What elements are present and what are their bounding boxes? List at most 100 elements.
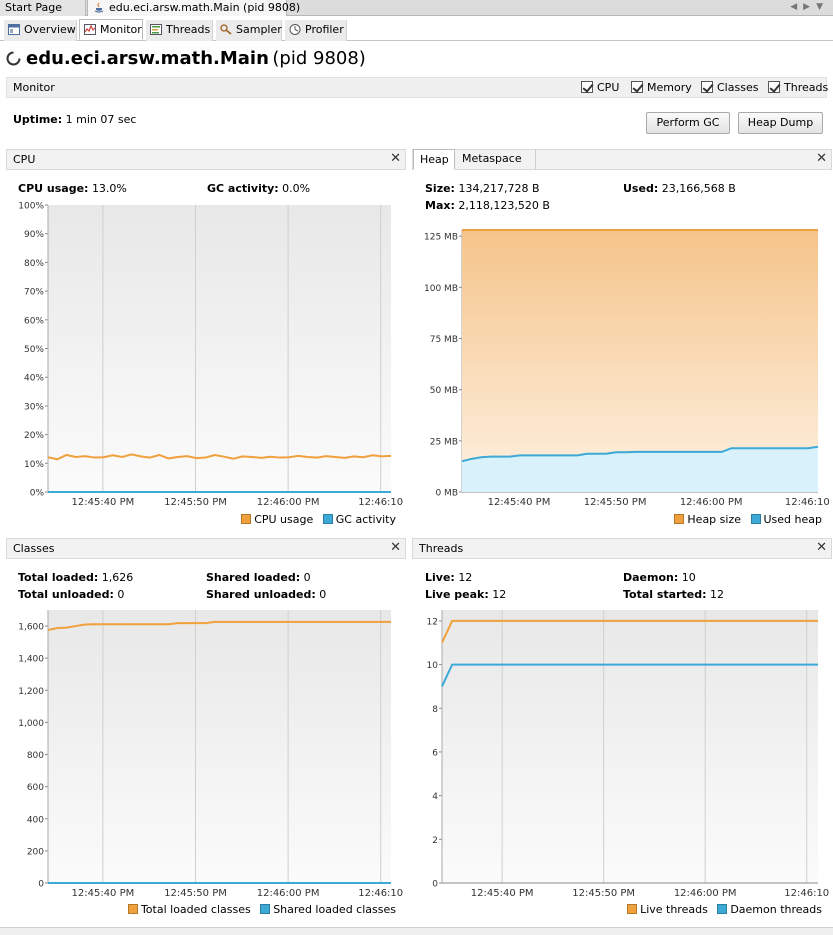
- tab-heap[interactable]: Heap: [413, 149, 455, 170]
- y-tick-label: 4: [432, 792, 438, 802]
- panel-header: Classes ✕: [6, 538, 406, 559]
- x-tick-label: 12:46:10: [784, 888, 829, 899]
- gc-activity-stat: GC activity: 0.0%: [207, 182, 310, 195]
- tab-monitor[interactable]: Monitor: [79, 19, 143, 40]
- loading-spinner-icon: [6, 51, 21, 66]
- stat-value: 10: [681, 571, 696, 584]
- cpu-panel: CPU ✕ CPU usage: 13.0% GC activity: 0.0%…: [6, 149, 406, 529]
- close-icon[interactable]: ✕: [816, 540, 827, 555]
- plot-area: [442, 610, 818, 883]
- uptime: Uptime: 1 min 07 sec: [13, 113, 136, 126]
- tab-overview[interactable]: Overview: [4, 20, 77, 41]
- classes-panel: Classes ✕ Total loaded: 1,626 Shared loa…: [6, 538, 406, 922]
- threads-chart: 12:45:40 PM 12:45:50 PM 12:46:00 PM 12:46:1…: [427, 610, 829, 899]
- legend-label: Live threads: [640, 903, 708, 916]
- stat-label: Used:: [623, 182, 659, 195]
- y-tick-label: 80%: [24, 259, 44, 269]
- legend-swatch: [750, 514, 761, 524]
- stat-value: 0.0%: [282, 182, 311, 195]
- plot-area: [48, 205, 391, 492]
- x-tick-label: 12:45:50 PM: [164, 888, 227, 899]
- panel-title: Threads: [419, 542, 464, 555]
- y-tick-label: 400: [27, 815, 44, 825]
- x-tick-label: 12:45:40 PM: [72, 888, 135, 899]
- checkbox-check-icon: [631, 81, 643, 93]
- stat-label: Shared loaded:: [206, 571, 301, 584]
- stat-value: 134,217,728 B: [458, 182, 540, 195]
- checkbox-label: CPU: [597, 81, 620, 94]
- memory-checkbox[interactable]: Memory: [631, 80, 692, 96]
- tab-label: Sampler: [236, 23, 282, 36]
- legend-label: GC activity: [335, 513, 396, 526]
- y-tick-label: 600: [27, 783, 44, 793]
- doc-tab-start-page[interactable]: Start Page: [0, 0, 86, 16]
- y-tick-label: 10: [427, 661, 439, 671]
- heap-chart: 12:45:40 PM 12:45:50 PM 12:46:00 PM 12:46:1…: [424, 229, 830, 508]
- close-icon[interactable]: ✕: [390, 540, 401, 555]
- x-tick-label: 12:45:40 PM: [488, 497, 551, 508]
- legend-label: Used heap: [763, 513, 823, 526]
- threads-icon: [150, 24, 162, 35]
- doc-tab-application[interactable]: edu.eci.arsw.math.Main (pid 9808): [87, 0, 300, 16]
- monitor-label: Monitor: [13, 81, 55, 94]
- close-icon[interactable]: ✕: [390, 151, 401, 166]
- stat-label: Live:: [425, 571, 455, 584]
- x-tick-label: 12:45:50 PM: [164, 497, 227, 508]
- y-tick-label: 0: [432, 880, 438, 890]
- chart-legend: Live threads Daemon threads: [621, 903, 822, 916]
- panel-header: Heap Metaspace ✕: [412, 149, 832, 170]
- y-tick-label: 1,600: [18, 623, 44, 633]
- tab-label: Threads: [166, 23, 211, 36]
- legend-swatch: [627, 904, 638, 914]
- checkbox-label: Memory: [647, 81, 692, 94]
- tab-profiler[interactable]: Profiler: [285, 20, 347, 41]
- y-tick-label: 12: [427, 617, 438, 627]
- stat-label: Daemon:: [623, 571, 679, 584]
- tab-threads[interactable]: Threads: [146, 20, 213, 41]
- memory-panel: Heap Metaspace ✕ Size: 134,217,728 B Use…: [412, 149, 832, 529]
- heap-dump-button[interactable]: Heap Dump: [738, 112, 823, 134]
- cpu-usage-stat: CPU usage: 13.0%: [18, 182, 127, 195]
- monitor-icon: [84, 24, 96, 35]
- tab-label: Overview: [24, 23, 76, 36]
- chart-legend: Heap size Used heap: [668, 513, 822, 526]
- legend-label: Heap size: [687, 513, 741, 526]
- stat-value: 0: [303, 571, 311, 584]
- y-tick-label: 0: [38, 880, 44, 890]
- y-tick-label: 50 MB: [430, 386, 458, 396]
- checkbox-label: Threads: [784, 81, 829, 94]
- stat-value: 1,626: [101, 571, 134, 584]
- app-pid: (pid 9808): [272, 48, 366, 69]
- x-tick-label: 12:46:00 PM: [674, 888, 737, 899]
- stat-label: CPU usage:: [18, 182, 89, 195]
- y-tick-label: 800: [27, 751, 44, 761]
- chart-legend: Total loaded classes Shared loaded class…: [122, 903, 396, 916]
- y-tick-label: 100 MB: [424, 284, 458, 294]
- x-tick-label: 12:46:10: [785, 497, 830, 508]
- y-tick-label: 70%: [24, 288, 44, 298]
- x-tick-label: 12:45:50 PM: [572, 888, 635, 899]
- legend-swatch: [260, 904, 271, 914]
- cpu-checkbox[interactable]: CPU: [581, 80, 619, 96]
- close-icon[interactable]: ✕: [816, 151, 827, 166]
- tab-scroll-arrows[interactable]: ◀▶▼: [790, 0, 829, 16]
- uptime-value: 1 min 07 sec: [65, 113, 137, 126]
- heap-size-stat: Size: 134,217,728 B: [425, 182, 540, 195]
- tab-label: Profiler: [305, 23, 344, 36]
- doc-tab-label: edu.eci.arsw.math.Main (pid 9808): [109, 1, 301, 14]
- total-loaded-stat: Total loaded: 1,626: [18, 571, 133, 584]
- sampler-icon: [220, 24, 232, 35]
- checkbox-check-icon: [581, 81, 593, 93]
- y-tick-label: 1,400: [18, 655, 44, 665]
- classes-checkbox[interactable]: Classes: [701, 80, 758, 96]
- perform-gc-button[interactable]: Perform GC: [646, 112, 730, 134]
- tab-sampler[interactable]: Sampler: [216, 20, 282, 41]
- x-tick-label: 12:45:40 PM: [72, 497, 135, 508]
- y-tick-label: 10%: [24, 460, 44, 470]
- threads-checkbox[interactable]: Threads: [768, 80, 828, 96]
- overview-icon: [8, 24, 20, 35]
- y-tick-label: 6: [432, 748, 438, 758]
- y-tick-label: 30%: [24, 402, 44, 412]
- tab-metaspace[interactable]: Metaspace: [456, 149, 536, 170]
- java-app-icon: [94, 2, 104, 13]
